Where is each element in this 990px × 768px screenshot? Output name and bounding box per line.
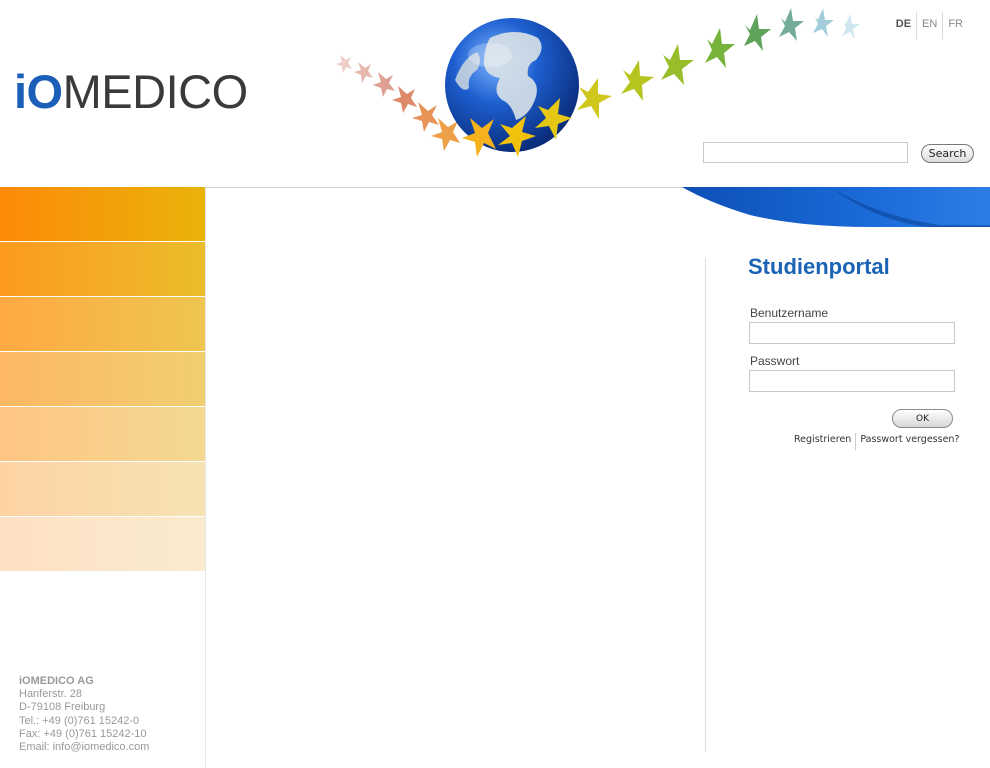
- lang-fr-link[interactable]: FR: [942, 12, 968, 40]
- login-links: Registrieren Passwort vergessen?: [790, 433, 963, 450]
- left-nav: [0, 187, 206, 571]
- nav-item-4[interactable]: [0, 352, 206, 406]
- forgot-password-link[interactable]: Passwort vergessen?: [855, 433, 963, 450]
- company-name: iOMEDICO AG: [19, 675, 94, 687]
- nav-item-6[interactable]: [0, 462, 206, 516]
- nav-item-1[interactable]: [0, 187, 206, 241]
- blue-swoosh-decoration: [682, 187, 990, 227]
- header: iOMEDICO DE EN FR Search: [0, 0, 990, 187]
- password-field[interactable]: [749, 370, 955, 392]
- username-label: Benutzername: [750, 306, 829, 320]
- company-street: Hanferstr. 28: [19, 688, 82, 701]
- logo[interactable]: iOMEDICO: [14, 68, 248, 115]
- company-email[interactable]: Email: info@iomedico.com: [19, 741, 149, 754]
- search-input[interactable]: [703, 142, 908, 163]
- password-label: Passwort: [750, 354, 800, 368]
- nav-item-5[interactable]: [0, 407, 206, 461]
- lang-en-link[interactable]: EN: [916, 12, 942, 40]
- content-divider: [705, 258, 706, 752]
- company-city: D-79108 Freiburg: [19, 701, 106, 714]
- nav-item-7[interactable]: [0, 517, 206, 571]
- register-link[interactable]: Registrieren: [790, 433, 855, 450]
- company-fax: Fax: +49 (0)761 15242-10: [19, 727, 147, 740]
- nav-item-3[interactable]: [0, 297, 206, 351]
- figure-chain-left: [336, 55, 460, 151]
- language-switcher: DE EN FR: [891, 12, 968, 40]
- lang-de-link[interactable]: DE: [891, 12, 916, 40]
- company-address: iOMEDICO AG Hanferstr. 28 D-79108 Freibu…: [19, 675, 149, 754]
- logo-medico: MEDICO: [62, 65, 249, 118]
- search-button[interactable]: Search: [921, 144, 974, 163]
- ok-button[interactable]: OK: [892, 409, 953, 428]
- company-tel: Tel.: +49 (0)761 15242-0: [19, 714, 140, 727]
- portal-title: Studienportal: [748, 254, 890, 279]
- username-field[interactable]: [749, 322, 955, 344]
- nav-item-2[interactable]: [0, 242, 206, 296]
- sidebar-divider: [205, 187, 206, 768]
- logo-io: iO: [14, 65, 63, 118]
